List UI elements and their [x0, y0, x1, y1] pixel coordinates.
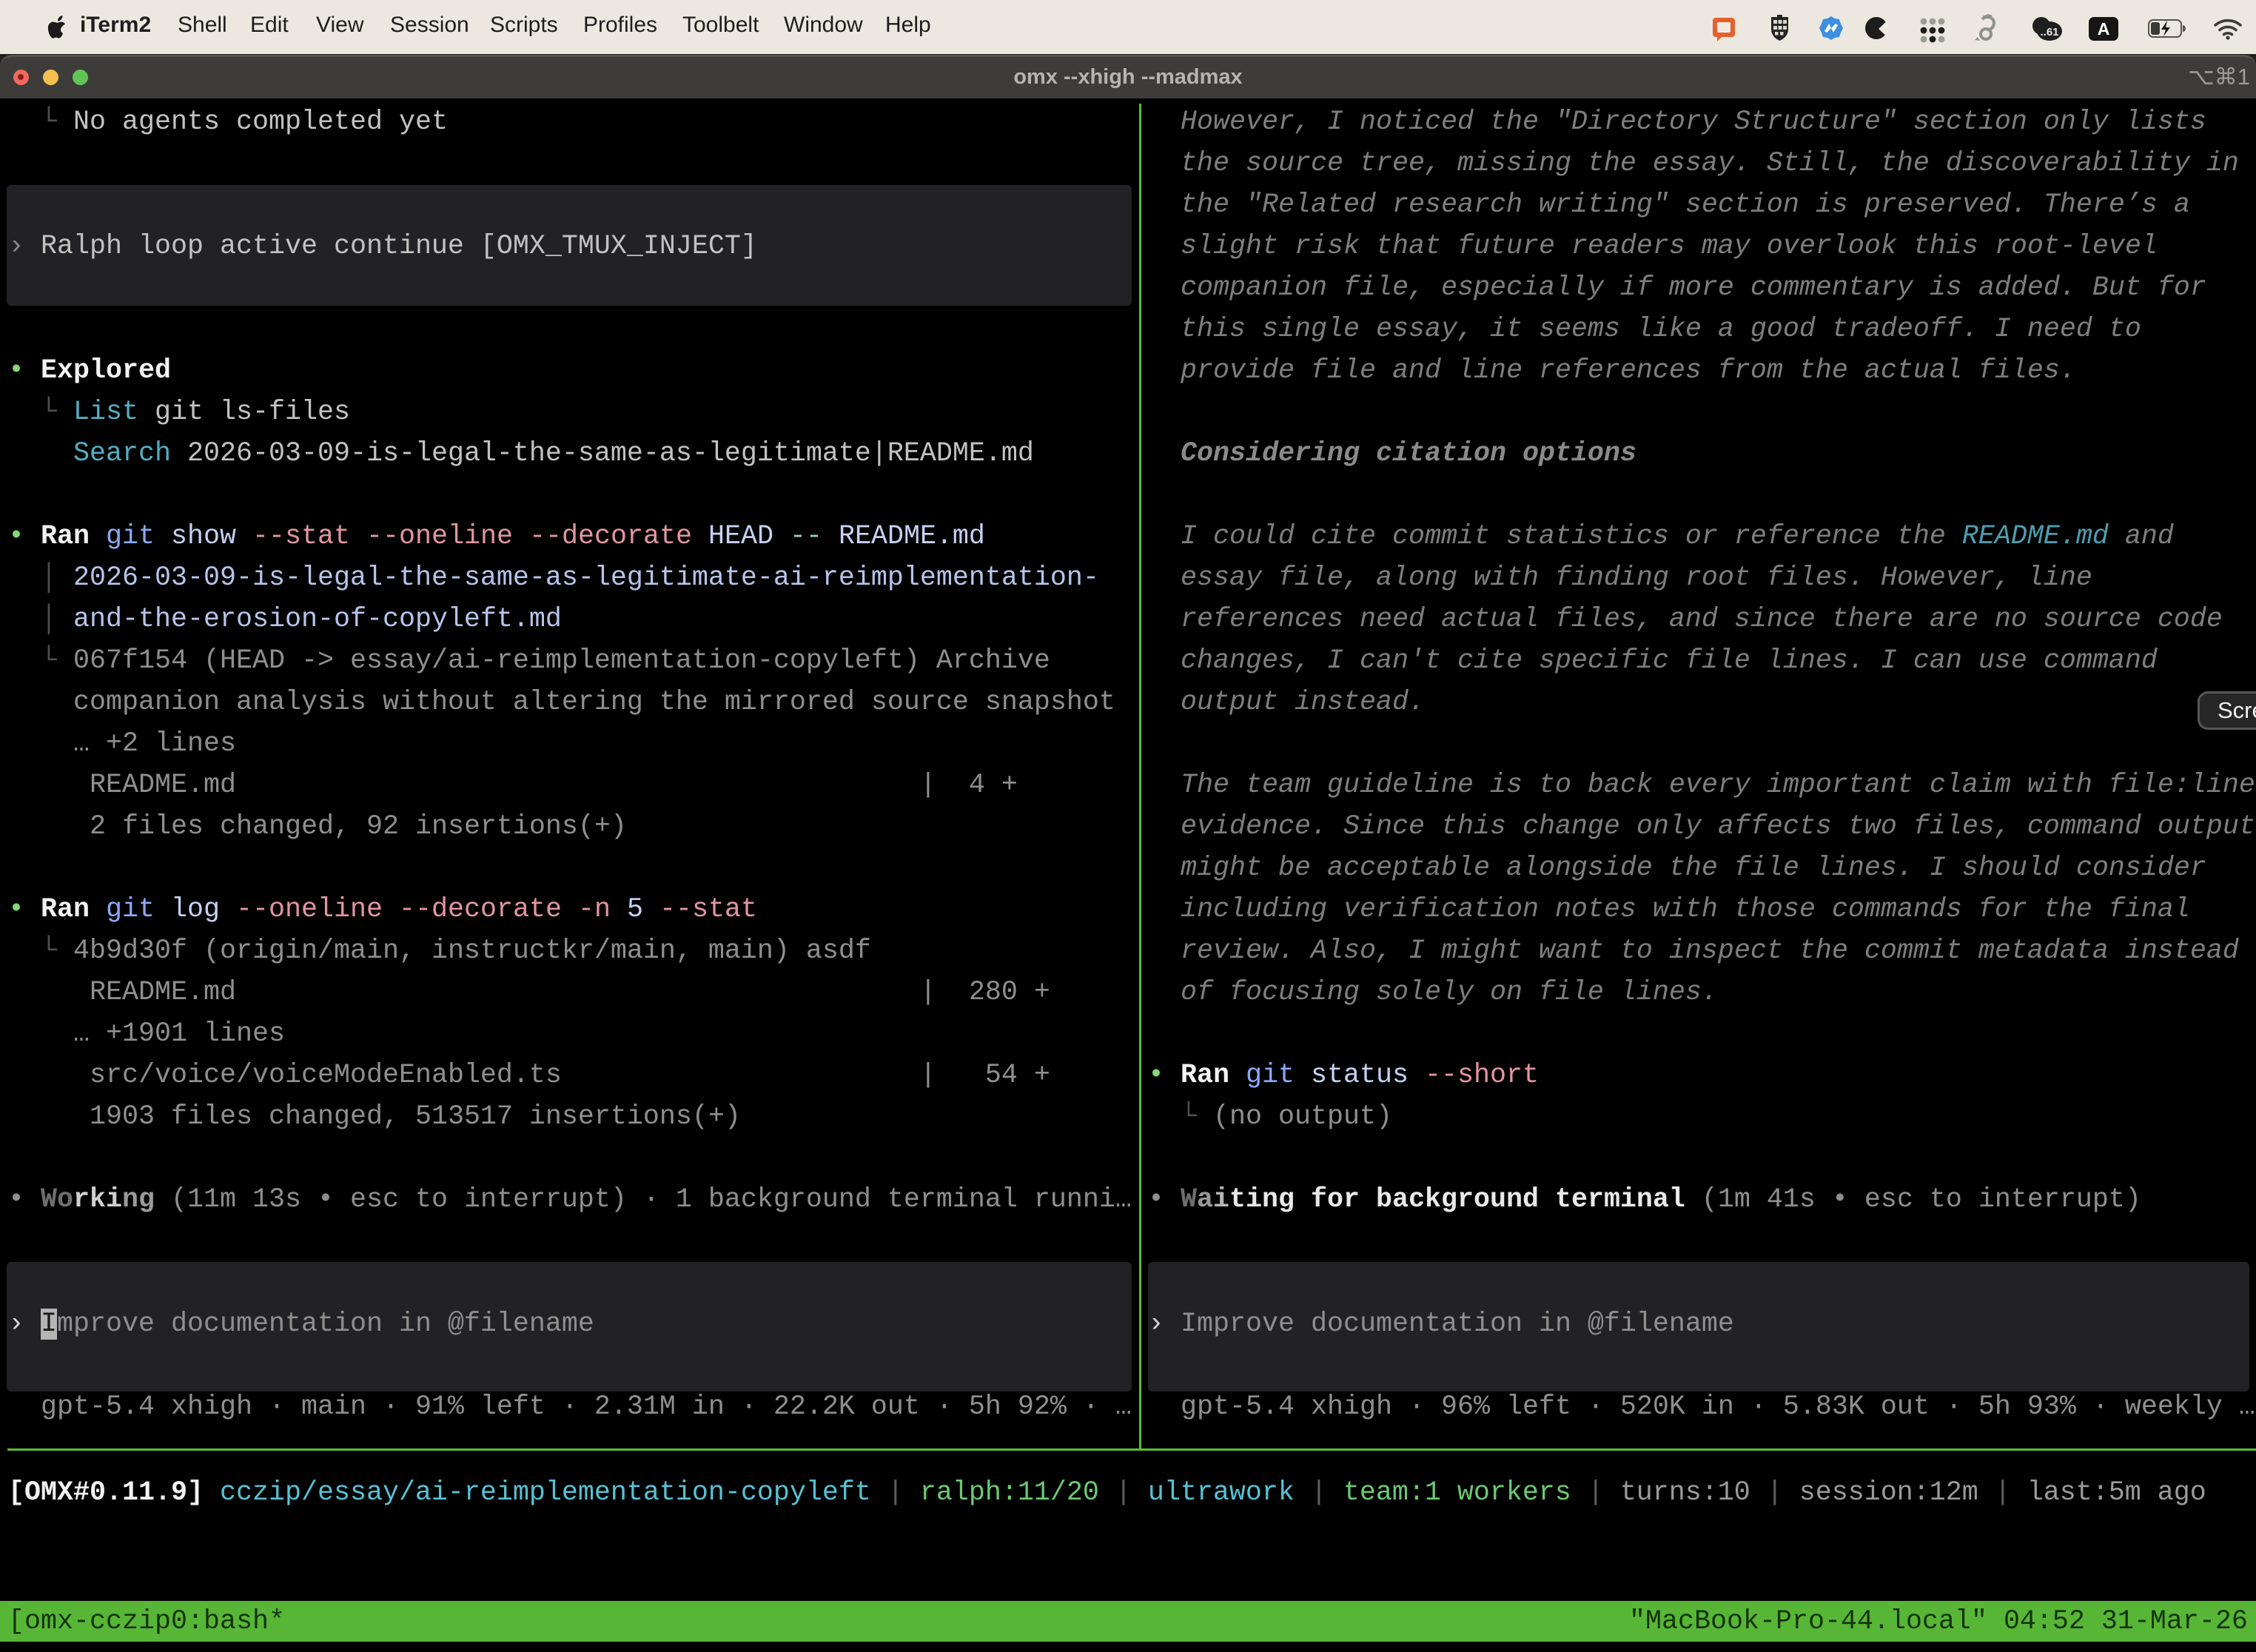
- svg-text:..61: ..61: [2040, 26, 2058, 38]
- svg-text:A: A: [2098, 19, 2110, 38]
